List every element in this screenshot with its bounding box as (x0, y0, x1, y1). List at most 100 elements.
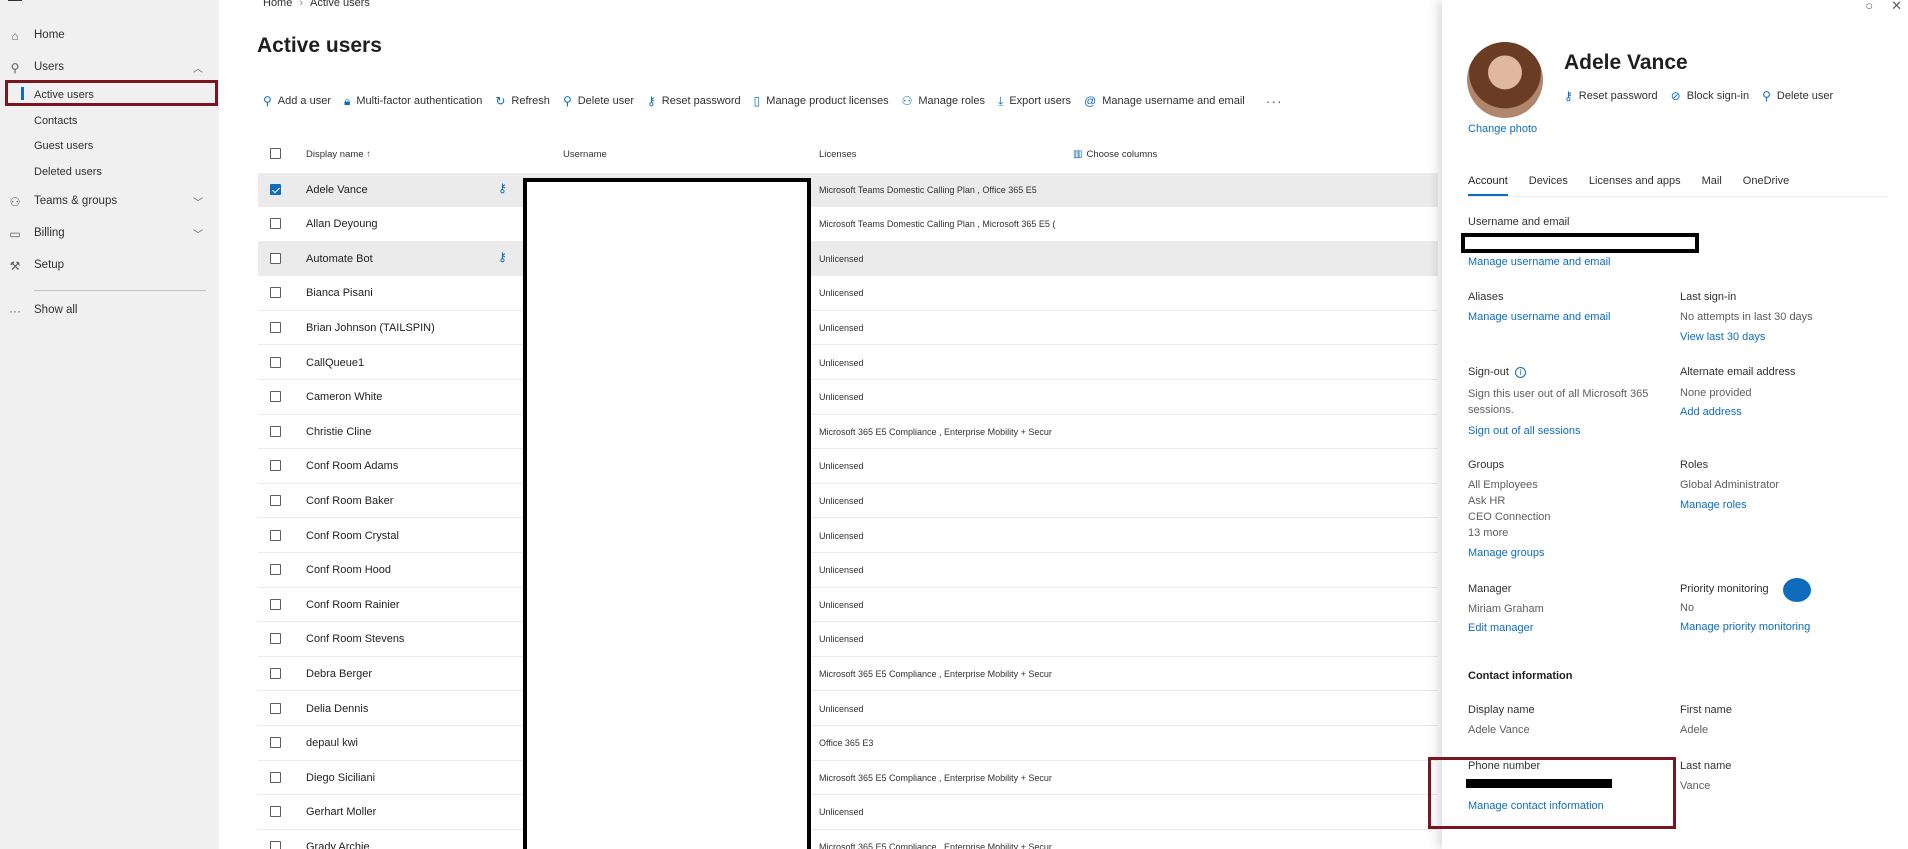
row-checkbox[interactable] (270, 425, 281, 437)
table-row[interactable]: Cameron White Unlicensed (258, 380, 1438, 415)
table-row[interactable]: Gerhart Moller Unlicensed (258, 795, 1438, 830)
manage-licenses-button[interactable]: ▯ Manage product licenses (754, 94, 889, 108)
table-row[interactable]: Diego Siciliani Microsoft 365 E5 Complian… (258, 761, 1438, 796)
user-display-name[interactable]: Diego Siciliani (306, 772, 375, 784)
user-display-name[interactable]: depaul kwi (306, 737, 358, 749)
nav-item-teams-groups[interactable]: ⚇ Teams & groups ﹀ (0, 190, 219, 214)
user-display-name[interactable]: Conf Room Baker (306, 495, 393, 507)
choose-columns-button[interactable]: ▥ Choose columns (1073, 149, 1157, 160)
nav-item-home[interactable]: ⌂ Home (0, 24, 219, 48)
row-checkbox[interactable] (270, 218, 281, 230)
manage-aliases-link[interactable]: Manage username and email (1468, 311, 1610, 323)
add-address-link[interactable]: Add address (1680, 406, 1742, 418)
user-display-name[interactable]: CallQueue1 (306, 357, 364, 369)
manage-roles-button[interactable]: ⚇ Manage roles (902, 94, 985, 108)
edit-manager-link[interactable]: Edit manager (1468, 622, 1533, 634)
row-checkbox[interactable] (270, 771, 281, 783)
sign-out-all-sessions-link[interactable]: Sign out of all sessions (1468, 425, 1581, 437)
user-display-name[interactable]: Debra Berger (306, 668, 372, 680)
view-last-30-days-link[interactable]: View last 30 days (1680, 331, 1765, 343)
breadcrumb-home[interactable]: Home (263, 0, 292, 9)
mfa-button[interactable]: 🔒︎ Multi-factor authentication (344, 94, 482, 109)
add-user-button[interactable]: ⚲ Add a user (263, 94, 331, 108)
row-checkbox[interactable] (270, 356, 281, 368)
table-row[interactable]: CallQueue1 Unlicensed (258, 346, 1438, 381)
reset-password-row-icon[interactable]: ⚷ (498, 181, 507, 195)
block-signin-button[interactable]: ⊘ Block sign-in (1671, 89, 1749, 103)
nav-item-show-all[interactable]: ··· Show all (0, 299, 219, 323)
priority-toggle[interactable] (1783, 578, 1811, 602)
change-photo-link[interactable]: Change photo (1468, 123, 1537, 135)
tab-onedrive[interactable]: OneDrive (1743, 175, 1789, 196)
delete-user-button[interactable]: ⚲ Delete user (563, 94, 634, 108)
user-display-name[interactable]: Conf Room Crystal (306, 530, 399, 542)
manage-groups-link[interactable]: Manage groups (1468, 547, 1544, 559)
export-users-button[interactable]: ⤓ Export users (998, 94, 1071, 109)
tab-licenses-apps[interactable]: Licenses and apps (1589, 175, 1681, 196)
row-checkbox[interactable] (270, 391, 281, 403)
column-header-licenses[interactable]: Licenses (819, 149, 857, 160)
table-row[interactable]: Conf Room Adams Unlicensed (258, 449, 1438, 484)
expand-icon[interactable]: ○ (1865, 0, 1873, 14)
row-checkbox[interactable] (270, 529, 281, 541)
manage-username-link[interactable]: Manage username and email (1468, 256, 1610, 268)
user-display-name[interactable]: Conf Room Stevens (306, 633, 404, 645)
table-row[interactable]: Automate Bot ⚷ Unlicensed (258, 241, 1438, 277)
row-checkbox[interactable] (270, 806, 281, 818)
user-display-name[interactable]: Gerhart Moller (306, 806, 376, 818)
tab-account[interactable]: Account (1468, 175, 1508, 196)
table-row[interactable]: Adele Vance ⚷ Microsoft Teams Domestic Cal… (258, 172, 1438, 208)
nav-item-billing[interactable]: ▭ Billing ﹀ (0, 222, 219, 246)
row-checkbox[interactable] (270, 633, 281, 645)
nav-sub-guest-users[interactable]: Guest users (34, 140, 93, 152)
row-checkbox[interactable] (270, 598, 281, 610)
row-checkbox[interactable] (270, 737, 281, 749)
user-display-name[interactable]: Grady Archie (306, 841, 370, 849)
more-options-icon[interactable]: ··· (1266, 93, 1283, 109)
nav-item-users[interactable]: ⚲ Users ︿ (0, 56, 219, 80)
user-display-name[interactable]: Bianca Pisani (306, 287, 373, 299)
user-display-name[interactable]: Conf Room Rainier (306, 599, 400, 611)
table-row[interactable]: Brian Johnson (TAILSPIN) Unlicensed (258, 311, 1438, 346)
table-row[interactable]: Conf Room Rainier Unlicensed (258, 588, 1438, 623)
user-display-name[interactable]: Cameron White (306, 391, 382, 403)
table-row[interactable]: Conf Room Baker Unlicensed (258, 484, 1438, 519)
column-header-display-name[interactable]: Display name ↑ (306, 149, 371, 160)
hamburger-icon[interactable] (8, 0, 22, 6)
info-icon[interactable]: i (1514, 366, 1526, 378)
reset-password-button[interactable]: ⚷ Reset password (647, 94, 741, 108)
row-checkbox[interactable] (270, 460, 281, 472)
manage-roles-link[interactable]: Manage roles (1680, 499, 1747, 511)
table-row[interactable]: Debra Berger Microsoft 365 E5 Compliance … (258, 657, 1438, 692)
row-checkbox[interactable] (270, 840, 281, 849)
row-checkbox[interactable] (270, 321, 281, 333)
table-row[interactable]: Conf Room Hood Unlicensed (258, 553, 1438, 588)
row-checkbox[interactable] (270, 494, 281, 506)
table-row[interactable]: Christie Cline Microsoft 365 E5 Complianc… (258, 415, 1438, 450)
row-checkbox[interactable] (270, 252, 281, 264)
row-checkbox[interactable] (270, 183, 281, 195)
refresh-button[interactable]: ↻ Refresh (495, 94, 550, 108)
user-display-name[interactable]: Christie Cline (306, 426, 371, 438)
table-row[interactable]: Grady Archie Microsoft 365 E5 Compliance … (258, 830, 1438, 849)
user-display-name[interactable]: Conf Room Hood (306, 564, 391, 576)
table-row[interactable]: Delia Dennis Unlicensed (258, 692, 1438, 727)
table-row[interactable]: depaul kwi Office 365 E3 (258, 726, 1438, 761)
tab-mail[interactable]: Mail (1702, 175, 1722, 196)
nav-item-setup[interactable]: ⚒ Setup (0, 254, 219, 278)
table-row[interactable]: Bianca Pisani Unlicensed (258, 276, 1438, 311)
table-row[interactable]: Conf Room Stevens Unlicensed (258, 622, 1438, 657)
table-row[interactable]: Conf Room Crystal Unlicensed (258, 519, 1438, 554)
manage-username-button[interactable]: @ Manage username and email (1084, 94, 1245, 108)
close-icon[interactable]: ✕ (1891, 0, 1902, 14)
table-row[interactable]: Allan Deyoung Microsoft Teams Domestic Ca… (258, 207, 1438, 242)
manage-priority-monitoring-link[interactable]: Manage priority monitoring (1680, 621, 1810, 633)
user-display-name[interactable]: Adele Vance (306, 184, 368, 196)
row-checkbox[interactable] (270, 702, 281, 714)
row-checkbox[interactable] (270, 564, 281, 576)
reset-password-row-icon[interactable]: ⚷ (498, 250, 507, 264)
tab-devices[interactable]: Devices (1529, 175, 1568, 196)
panel-reset-password-button[interactable]: ⚷ Reset password (1564, 89, 1658, 103)
user-display-name[interactable]: Delia Dennis (306, 703, 368, 715)
panel-delete-user-button[interactable]: ⚲ Delete user (1762, 89, 1833, 103)
